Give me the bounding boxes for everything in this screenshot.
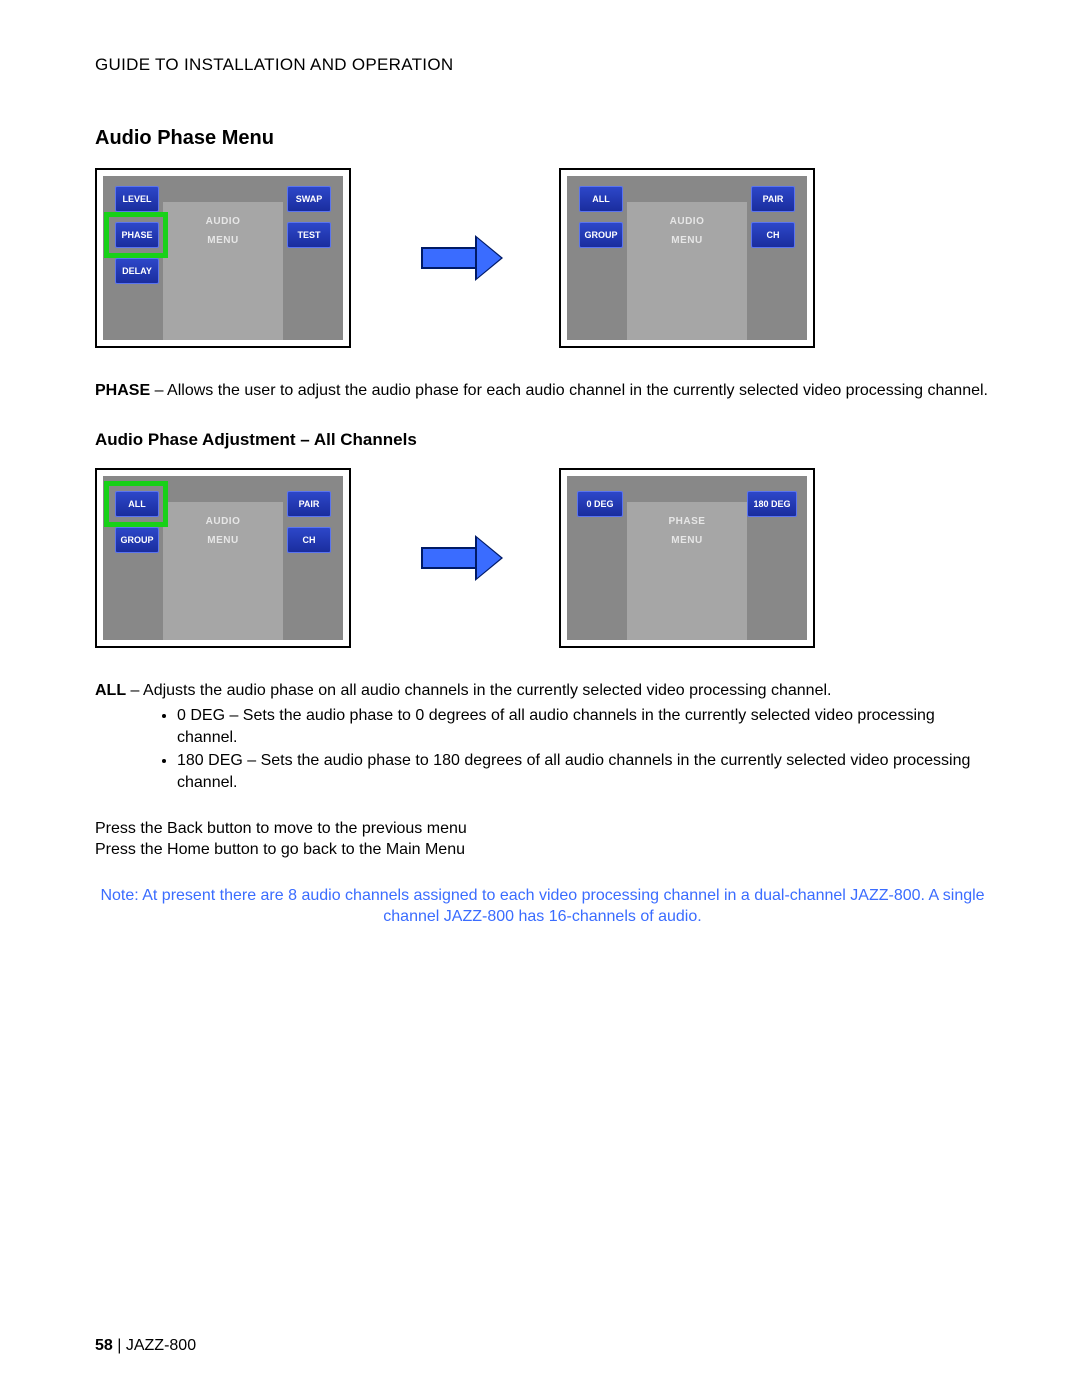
swap-button[interactable]: SWAP xyxy=(287,186,331,212)
guide-header: GUIDE TO INSTALLATION AND OPERATION xyxy=(95,55,990,75)
inner-panel: PHASE MENU xyxy=(627,502,747,640)
zero-deg-button[interactable]: 0 DEG xyxy=(577,491,623,517)
screen-audio-submenu-2: AUDIO MENU ALL GROUP PAIR CH xyxy=(103,476,343,640)
screen-box-phase-menu: PHASE MENU 0 DEG 180 DEG xyxy=(559,468,815,648)
ch-button[interactable]: CH xyxy=(751,222,795,248)
menu-title: AUDIO xyxy=(163,516,283,527)
list-item: 0 DEG – Sets the audio phase to 0 degree… xyxy=(177,705,990,748)
screen-audio-submenu: AUDIO MENU ALL GROUP PAIR CH xyxy=(567,176,807,340)
section-title: Audio Phase Menu xyxy=(95,127,990,150)
product-name: JAZZ-800 xyxy=(126,1337,196,1354)
phase-body: – Allows the user to adjust the audio ph… xyxy=(150,382,988,399)
menu-title: AUDIO xyxy=(627,216,747,227)
note-text: Note: At present there are 8 audio chann… xyxy=(95,885,990,928)
inner-panel: AUDIO MENU xyxy=(627,202,747,340)
phase-paragraph: PHASE – Allows the user to adjust the au… xyxy=(95,380,990,402)
level-button[interactable]: LEVEL xyxy=(115,186,159,212)
group-button[interactable]: GROUP xyxy=(115,527,159,553)
screen-box-audio-submenu: AUDIO MENU ALL GROUP PAIR CH xyxy=(559,168,815,348)
screen-box-audio-menu: AUDIO MENU LEVEL PHASE DELAY SWAP TEST xyxy=(95,168,351,348)
nav-home-line: Press the Home button to go back to the … xyxy=(95,839,990,861)
menu-subtitle: MENU xyxy=(627,535,747,546)
arrow-col-2 xyxy=(351,541,559,575)
all-lead: ALL xyxy=(95,682,126,699)
phase-button[interactable]: PHASE xyxy=(115,222,159,248)
inner-panel: AUDIO MENU xyxy=(163,202,283,340)
menu-subtitle: MENU xyxy=(163,535,283,546)
page: GUIDE TO INSTALLATION AND OPERATION Audi… xyxy=(0,0,1080,1397)
menu-subtitle: MENU xyxy=(163,235,283,246)
pair-button[interactable]: PAIR xyxy=(751,186,795,212)
list-item: 180 DEG – Sets the audio phase to 180 de… xyxy=(177,750,990,793)
delay-button[interactable]: DELAY xyxy=(115,258,159,284)
screen-box-audio-submenu-2: AUDIO MENU ALL GROUP PAIR CH xyxy=(95,468,351,648)
ch-button[interactable]: CH xyxy=(287,527,331,553)
all-paragraph: ALL – Adjusts the audio phase on all aud… xyxy=(95,680,990,702)
menu-title: AUDIO xyxy=(163,216,283,227)
page-number: 58 xyxy=(95,1337,113,1354)
screen-phase-menu: PHASE MENU 0 DEG 180 DEG xyxy=(567,476,807,640)
screens-row-1: AUDIO MENU LEVEL PHASE DELAY SWAP TEST A… xyxy=(95,168,990,348)
all-button[interactable]: ALL xyxy=(579,186,623,212)
test-button[interactable]: TEST xyxy=(287,222,331,248)
menu-subtitle: MENU xyxy=(627,235,747,246)
bullet-list: 0 DEG – Sets the audio phase to 0 degree… xyxy=(95,705,990,793)
menu-title: PHASE xyxy=(627,516,747,527)
arrow-col-1 xyxy=(351,241,559,275)
phase-lead: PHASE xyxy=(95,382,150,399)
sub-section-title: Audio Phase Adjustment – All Channels xyxy=(95,430,990,450)
nav-back-line: Press the Back button to move to the pre… xyxy=(95,818,990,840)
arrow-right-icon xyxy=(421,541,511,575)
group-button[interactable]: GROUP xyxy=(579,222,623,248)
screens-row-2: AUDIO MENU ALL GROUP PAIR CH PHASE MENU xyxy=(95,468,990,648)
screen-audio-menu: AUDIO MENU LEVEL PHASE DELAY SWAP TEST xyxy=(103,176,343,340)
inner-panel: AUDIO MENU xyxy=(163,502,283,640)
arrow-right-icon xyxy=(421,241,511,275)
footer-sep: | xyxy=(113,1337,126,1354)
all-body: – Adjusts the audio phase on all audio c… xyxy=(126,682,831,699)
all-button[interactable]: ALL xyxy=(115,491,159,517)
page-footer: 58 | JAZZ-800 xyxy=(95,1337,196,1355)
pair-button[interactable]: PAIR xyxy=(287,491,331,517)
one-eighty-deg-button[interactable]: 180 DEG xyxy=(747,491,797,517)
nav-instructions: Press the Back button to move to the pre… xyxy=(95,818,990,861)
